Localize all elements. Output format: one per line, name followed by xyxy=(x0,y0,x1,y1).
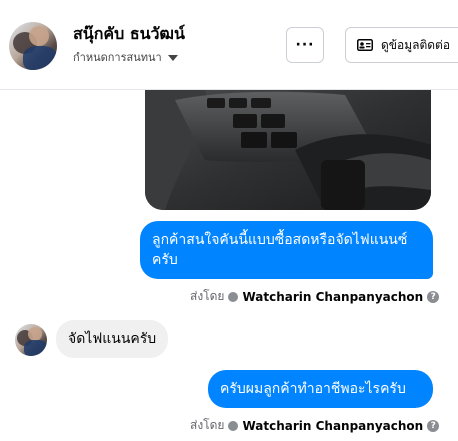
sent-by-label: ส่งโดย Watcharin Chanpanyachon ? xyxy=(190,416,440,435)
verified-icon xyxy=(228,420,239,431)
car-door-image xyxy=(145,90,431,210)
sender-name: Watcharin Chanpanyachon xyxy=(242,418,424,433)
customer-avatar[interactable] xyxy=(15,324,47,356)
contact-avatar[interactable] xyxy=(9,22,57,70)
schedule-dropdown[interactable]: กำหนดการสนทนา xyxy=(73,48,178,66)
outgoing-message[interactable]: ครับผมลูกค้าทำอาชีพอะไรครับ xyxy=(208,370,433,408)
outgoing-message[interactable]: ลูกค้าสนใจคันนี้แบบซื้อสดหรือจัดไฟแนนซ์ค… xyxy=(140,221,433,279)
verified-icon xyxy=(228,291,239,302)
sent-by-prefix: ส่งโดย xyxy=(190,418,225,432)
contact-card-icon xyxy=(357,39,373,51)
sent-by-label: ส่งโดย Watcharin Chanpanyachon ? xyxy=(190,287,440,306)
view-contact-label: ดูข้อมูลติดต่อ xyxy=(381,37,451,52)
car-door-photo[interactable] xyxy=(145,90,431,210)
sender-name: Watcharin Chanpanyachon xyxy=(242,289,424,304)
view-contact-button[interactable]: ดูข้อมูลติดต่อ xyxy=(345,27,458,63)
schedule-label: กำหนดการสนทนา xyxy=(73,51,162,64)
sent-by-prefix: ส่งโดย xyxy=(190,289,225,303)
help-icon[interactable]: ? xyxy=(427,290,440,303)
contact-name[interactable]: สนุ๊กคับ ธนวัฒน์ xyxy=(73,22,185,47)
caret-down-icon xyxy=(167,55,178,61)
help-icon[interactable]: ? xyxy=(427,419,440,432)
incoming-message[interactable]: จัดไฟแนนครับ xyxy=(56,320,169,358)
more-options-button[interactable]: ··· xyxy=(286,27,324,63)
conversation-header: สนุ๊กคับ ธนวัฒน์ กำหนดการสนทนา ··· ดูข้อ… xyxy=(0,0,458,90)
